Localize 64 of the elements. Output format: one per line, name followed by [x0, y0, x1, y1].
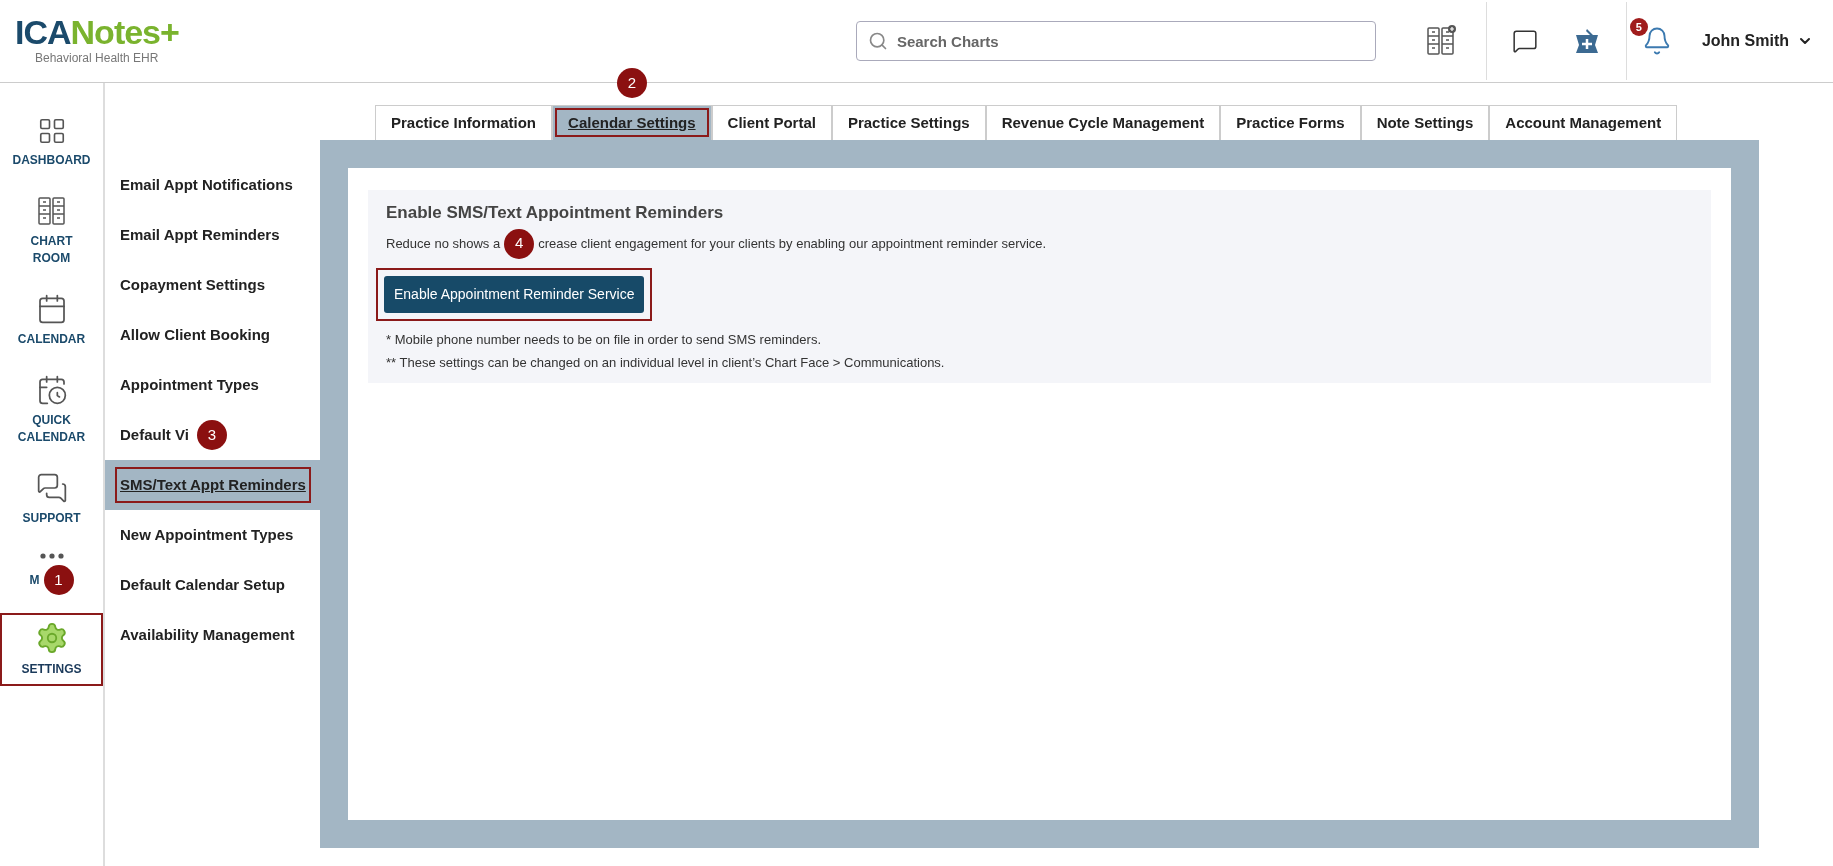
tab[interactable]: Note Settings [1360, 105, 1490, 140]
logo-tagline: Behavioral Health EHR [34, 50, 160, 67]
tab[interactable]: Account Management [1489, 105, 1678, 140]
menu-item-label: New Appointment Types [120, 524, 294, 545]
settings-menu-item[interactable]: Availability Management [105, 610, 320, 660]
settings-menu-item[interactable]: Appointment Types [105, 360, 320, 410]
tab[interactable]: Practice Information [375, 105, 553, 140]
nav-item[interactable]: SUPPORT [0, 464, 103, 535]
settings-menu-item[interactable]: Allow Client Booking [105, 310, 320, 360]
nav-label: CHART ROOM [29, 233, 74, 267]
nav-item[interactable]: CALENDAR [0, 285, 103, 356]
settings-menu-item[interactable]: SMS/Text Appt Reminders [105, 460, 320, 510]
settings-menu-item[interactable]: Default Vi 3 [105, 410, 320, 460]
menu-item-label: Default Vi [120, 424, 189, 445]
enable-reminders-button[interactable]: Enable Appointment Reminder Service [384, 275, 645, 313]
nav-label: DASHBOARD [12, 152, 91, 169]
tab[interactable]: Client Portal [711, 105, 832, 140]
menu-item-label: Allow Client Booking [120, 324, 270, 345]
chat-bubbles-icon [35, 472, 68, 504]
section-description: Reduce no shows a [386, 234, 501, 253]
more-icon [39, 553, 64, 559]
nav-item[interactable]: DASHBOARD [0, 108, 103, 177]
menu-item-label: Availability Management [120, 624, 295, 645]
nav-label: SUPPORT [22, 510, 81, 527]
settings-menu-item[interactable]: New Appointment Types [105, 510, 320, 560]
menu-item-label: Default Calendar Setup [120, 574, 286, 595]
settings-menu-item[interactable]: Default Calendar Setup [105, 560, 320, 610]
logo[interactable]: ICANotes+ [15, 15, 400, 49]
message-icon[interactable] [1511, 28, 1538, 54]
tab[interactable]: Practice Settings [831, 105, 986, 140]
nav-label: QUICK CALENDAR [16, 412, 87, 446]
file-cabinet-icon [1425, 25, 1456, 57]
section-title: Enable SMS/Text Appointment Reminders [386, 202, 725, 224]
user-menu[interactable]: John Smith [1701, 29, 1813, 53]
nav-item[interactable]: SETTINGS [0, 613, 103, 686]
search-field[interactable]: Search Charts [855, 21, 1376, 61]
menu-item-label: Email Appt Notifications [120, 174, 293, 195]
nav-label: CALENDAR [17, 331, 86, 348]
menu-item-label: SMS/Text Appt Reminders [120, 474, 306, 495]
menu-item-label: Appointment Types [120, 374, 259, 395]
search-icon [867, 31, 888, 51]
menu-item-label: Email Appt Reminders [120, 224, 280, 245]
new-chart-button[interactable] [1425, 25, 1456, 57]
tab[interactable]: Practice Forms [1220, 105, 1361, 140]
tab[interactable]: Calendar Settings [552, 105, 712, 140]
callout-badge: 1 [43, 565, 74, 595]
nav-item[interactable]: M 1 [0, 545, 103, 603]
file-cabinet-icon [36, 195, 67, 227]
section-description: crease client engagement for your clients by enabling our appointment reminder service. [538, 234, 1047, 253]
settings-menu-item[interactable]: Email Appt Notifications [105, 160, 320, 210]
callout-badge: 2 [616, 68, 647, 98]
tab[interactable]: Revenue Cycle Management [985, 105, 1221, 140]
callout-badge: 4 [504, 228, 535, 259]
callout-badge: 3 [196, 420, 227, 450]
nav-item[interactable]: CHART ROOM [0, 187, 103, 275]
footnote: ** These settings can be changed on an individual level in client’s Chart Face > Communications. [386, 353, 946, 372]
footnote: * Mobile phone number needs to be on file in order to send SMS reminders. [386, 330, 823, 349]
nav-item[interactable]: QUICK CALENDAR [0, 366, 103, 454]
nav-label: M [29, 571, 40, 589]
notification-badge: 5 [1629, 18, 1648, 36]
nav-label: SETTINGS [21, 661, 82, 678]
settings-menu-item[interactable]: Copayment Settings [105, 260, 320, 310]
settings-menu-item[interactable]: Email Appt Reminders [105, 210, 320, 260]
menu-item-label: Copayment Settings [120, 274, 266, 295]
